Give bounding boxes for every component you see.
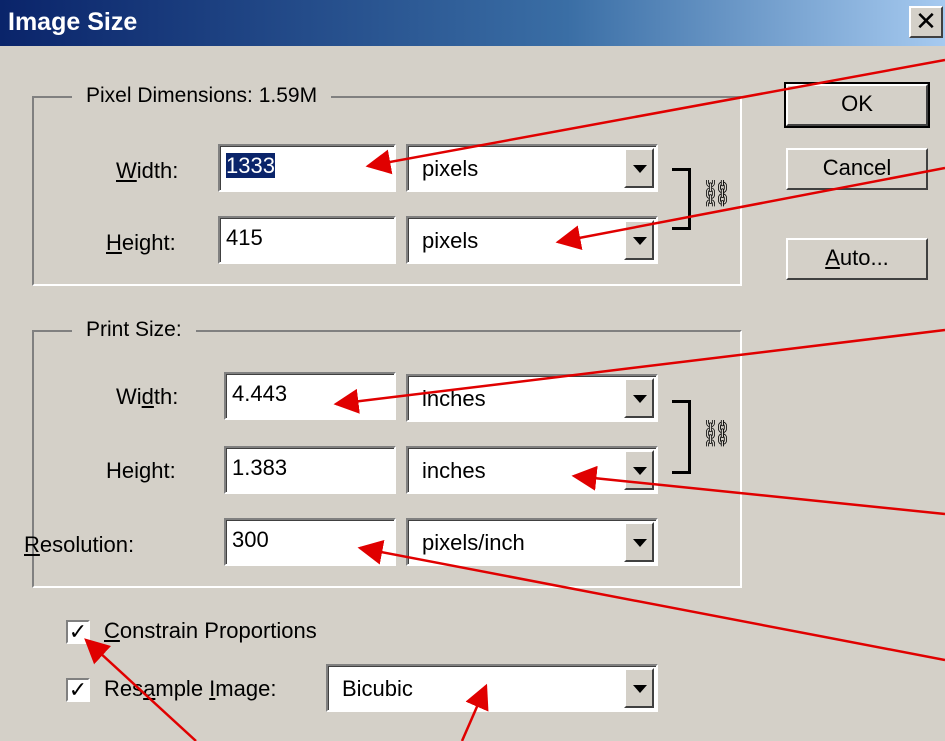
ok-button[interactable]: OK: [784, 82, 930, 128]
chain-link-icon: ⛓: [700, 418, 734, 448]
pixel-link-bracket: [672, 168, 691, 230]
pixel-width-label: Width:: [116, 158, 179, 183]
print-height-input[interactable]: 1.383: [224, 446, 396, 494]
print-height-unit-select[interactable]: inches: [406, 446, 658, 494]
constrain-proportions-checkbox[interactable]: ✓: [66, 620, 90, 644]
print-width-unit-select[interactable]: inches: [406, 374, 658, 422]
resample-method-select[interactable]: Bicubic: [326, 664, 658, 712]
dropdown-arrow-icon[interactable]: [624, 378, 654, 418]
close-icon: ✕: [915, 6, 937, 36]
print-size-label: Print Size:: [72, 318, 196, 342]
dropdown-arrow-icon[interactable]: [624, 522, 654, 562]
dropdown-arrow-icon[interactable]: [624, 668, 654, 708]
pixel-height-label: Height:: [106, 230, 176, 255]
resolution-label: Resolution:: [24, 532, 135, 557]
resample-image-checkbox[interactable]: ✓: [66, 678, 90, 702]
resolution-input[interactable]: 300: [224, 518, 396, 566]
window-title: Image Size: [8, 8, 138, 36]
checkmark-icon: ✓: [68, 619, 88, 644]
checkmark-icon: ✓: [68, 677, 88, 702]
dropdown-arrow-icon[interactable]: [624, 220, 654, 260]
print-height-label: Height:: [106, 458, 176, 483]
cancel-button[interactable]: Cancel: [786, 148, 928, 190]
print-width-input[interactable]: 4.443: [224, 372, 396, 420]
close-button[interactable]: ✕: [909, 6, 943, 38]
resolution-unit-select[interactable]: pixels/inch: [406, 518, 658, 566]
title-bar: Image Size ✕: [0, 0, 945, 46]
pixel-dimensions-label: Pixel Dimensions: 1.59M: [72, 84, 332, 108]
pixel-width-unit-select[interactable]: pixels: [406, 144, 658, 192]
auto-button[interactable]: Auto...: [786, 238, 928, 280]
pixel-height-unit-select[interactable]: pixels: [406, 216, 658, 264]
pixel-height-input[interactable]: 415: [218, 216, 396, 264]
chain-link-icon: ⛓: [700, 178, 734, 208]
constrain-proportions-label[interactable]: Constrain Proportions: [104, 618, 317, 644]
dropdown-arrow-icon[interactable]: [624, 450, 654, 490]
print-link-bracket: [672, 400, 691, 474]
dropdown-arrow-icon[interactable]: [624, 148, 654, 188]
pixel-width-input[interactable]: 1333: [218, 144, 396, 192]
print-width-label: Width:: [116, 384, 179, 409]
resample-image-label[interactable]: Resample Image:: [104, 676, 276, 702]
